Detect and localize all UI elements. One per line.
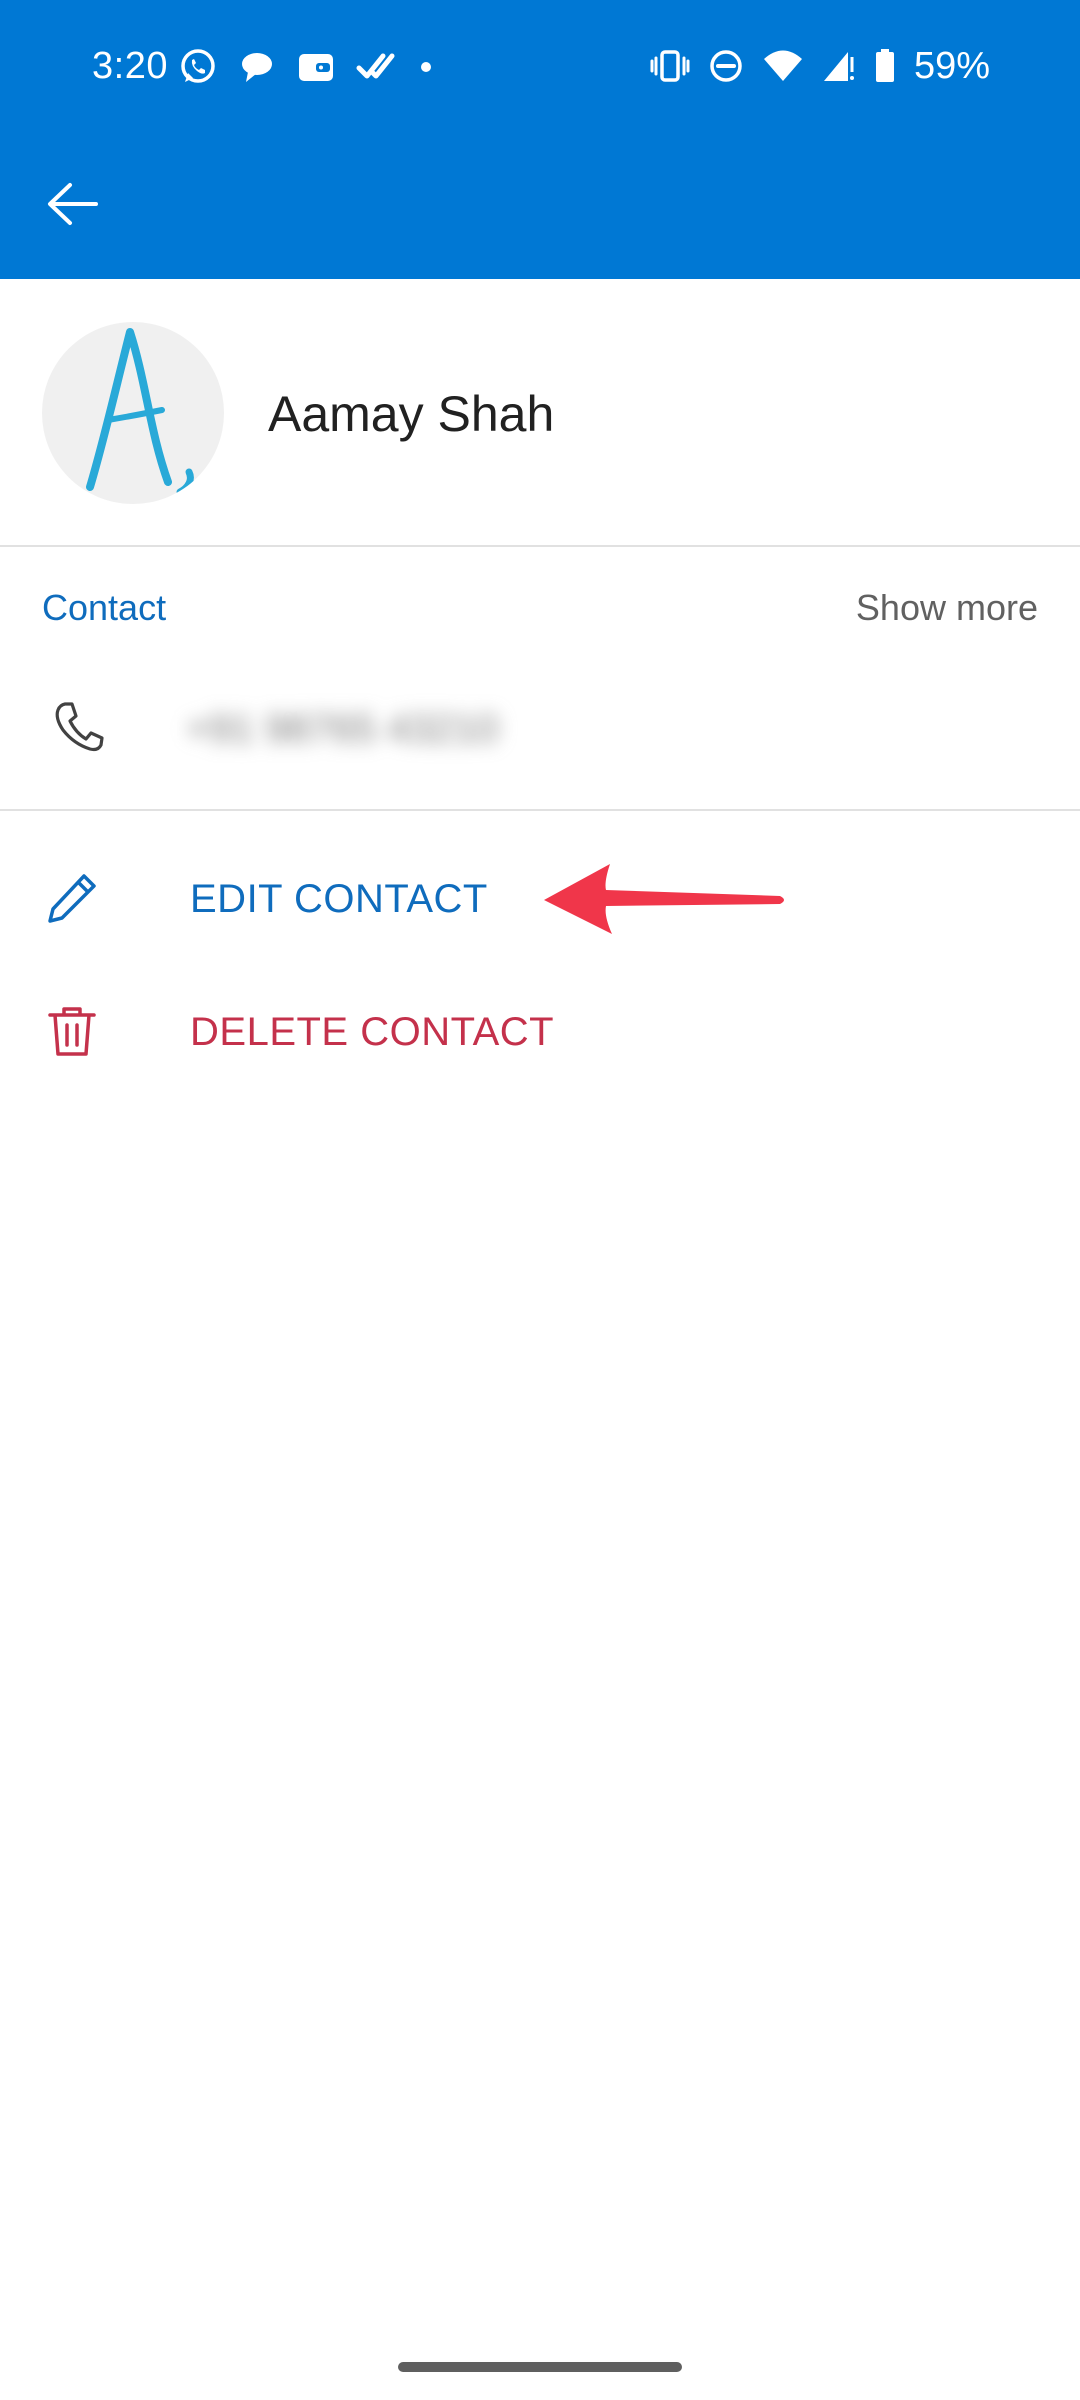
back-button[interactable]: [36, 168, 108, 240]
vibrate-icon: [650, 50, 690, 82]
app-header: 3:20 59%: [0, 0, 1080, 279]
battery-icon: [875, 49, 894, 82]
cell-signal-icon: [823, 52, 854, 81]
battery-percentage: 59%: [913, 45, 990, 87]
red-arrow-annotation: [544, 864, 784, 934]
contact-name: Aamay Shah: [268, 386, 555, 442]
status-bar: 3:20 59%: [0, 0, 1080, 135]
phone-row[interactable]: +91 98765 43210: [0, 669, 1080, 811]
pencil-icon: [48, 874, 96, 923]
do-not-disturb-icon: [710, 50, 742, 82]
delete-contact-button[interactable]: DELETE CONTACT: [0, 971, 1080, 1091]
wallet-icon: [299, 54, 333, 81]
section-title: Contact: [42, 587, 167, 628]
edit-contact-label: EDIT CONTACT: [190, 877, 488, 921]
handwritten-initial-avatar: [86, 328, 194, 496]
status-time: 3:20: [92, 45, 168, 87]
avatar[interactable]: [42, 322, 224, 504]
phone-number-redacted: +91 98765 43210: [186, 707, 499, 751]
trash-icon: [48, 1007, 96, 1056]
notification-dot-icon: [421, 62, 431, 72]
gesture-navigation-bar[interactable]: [398, 2362, 682, 2372]
contact-section-header: Contact Show more: [0, 549, 1080, 669]
status-system-icons: 59%: [650, 44, 990, 88]
arrow-left-icon: [48, 183, 98, 225]
chat-bubble-icon: [242, 53, 272, 82]
show-more-button[interactable]: Show more: [856, 587, 1038, 629]
whatsapp-icon: [181, 49, 215, 83]
phone-icon: [55, 702, 104, 752]
contact-profile: Aamay Shah: [0, 279, 1080, 547]
double-check-icon: [356, 53, 395, 79]
delete-contact-label: DELETE CONTACT: [190, 1010, 555, 1054]
wifi-icon: [763, 50, 802, 81]
status-notification-icons: [178, 46, 436, 88]
